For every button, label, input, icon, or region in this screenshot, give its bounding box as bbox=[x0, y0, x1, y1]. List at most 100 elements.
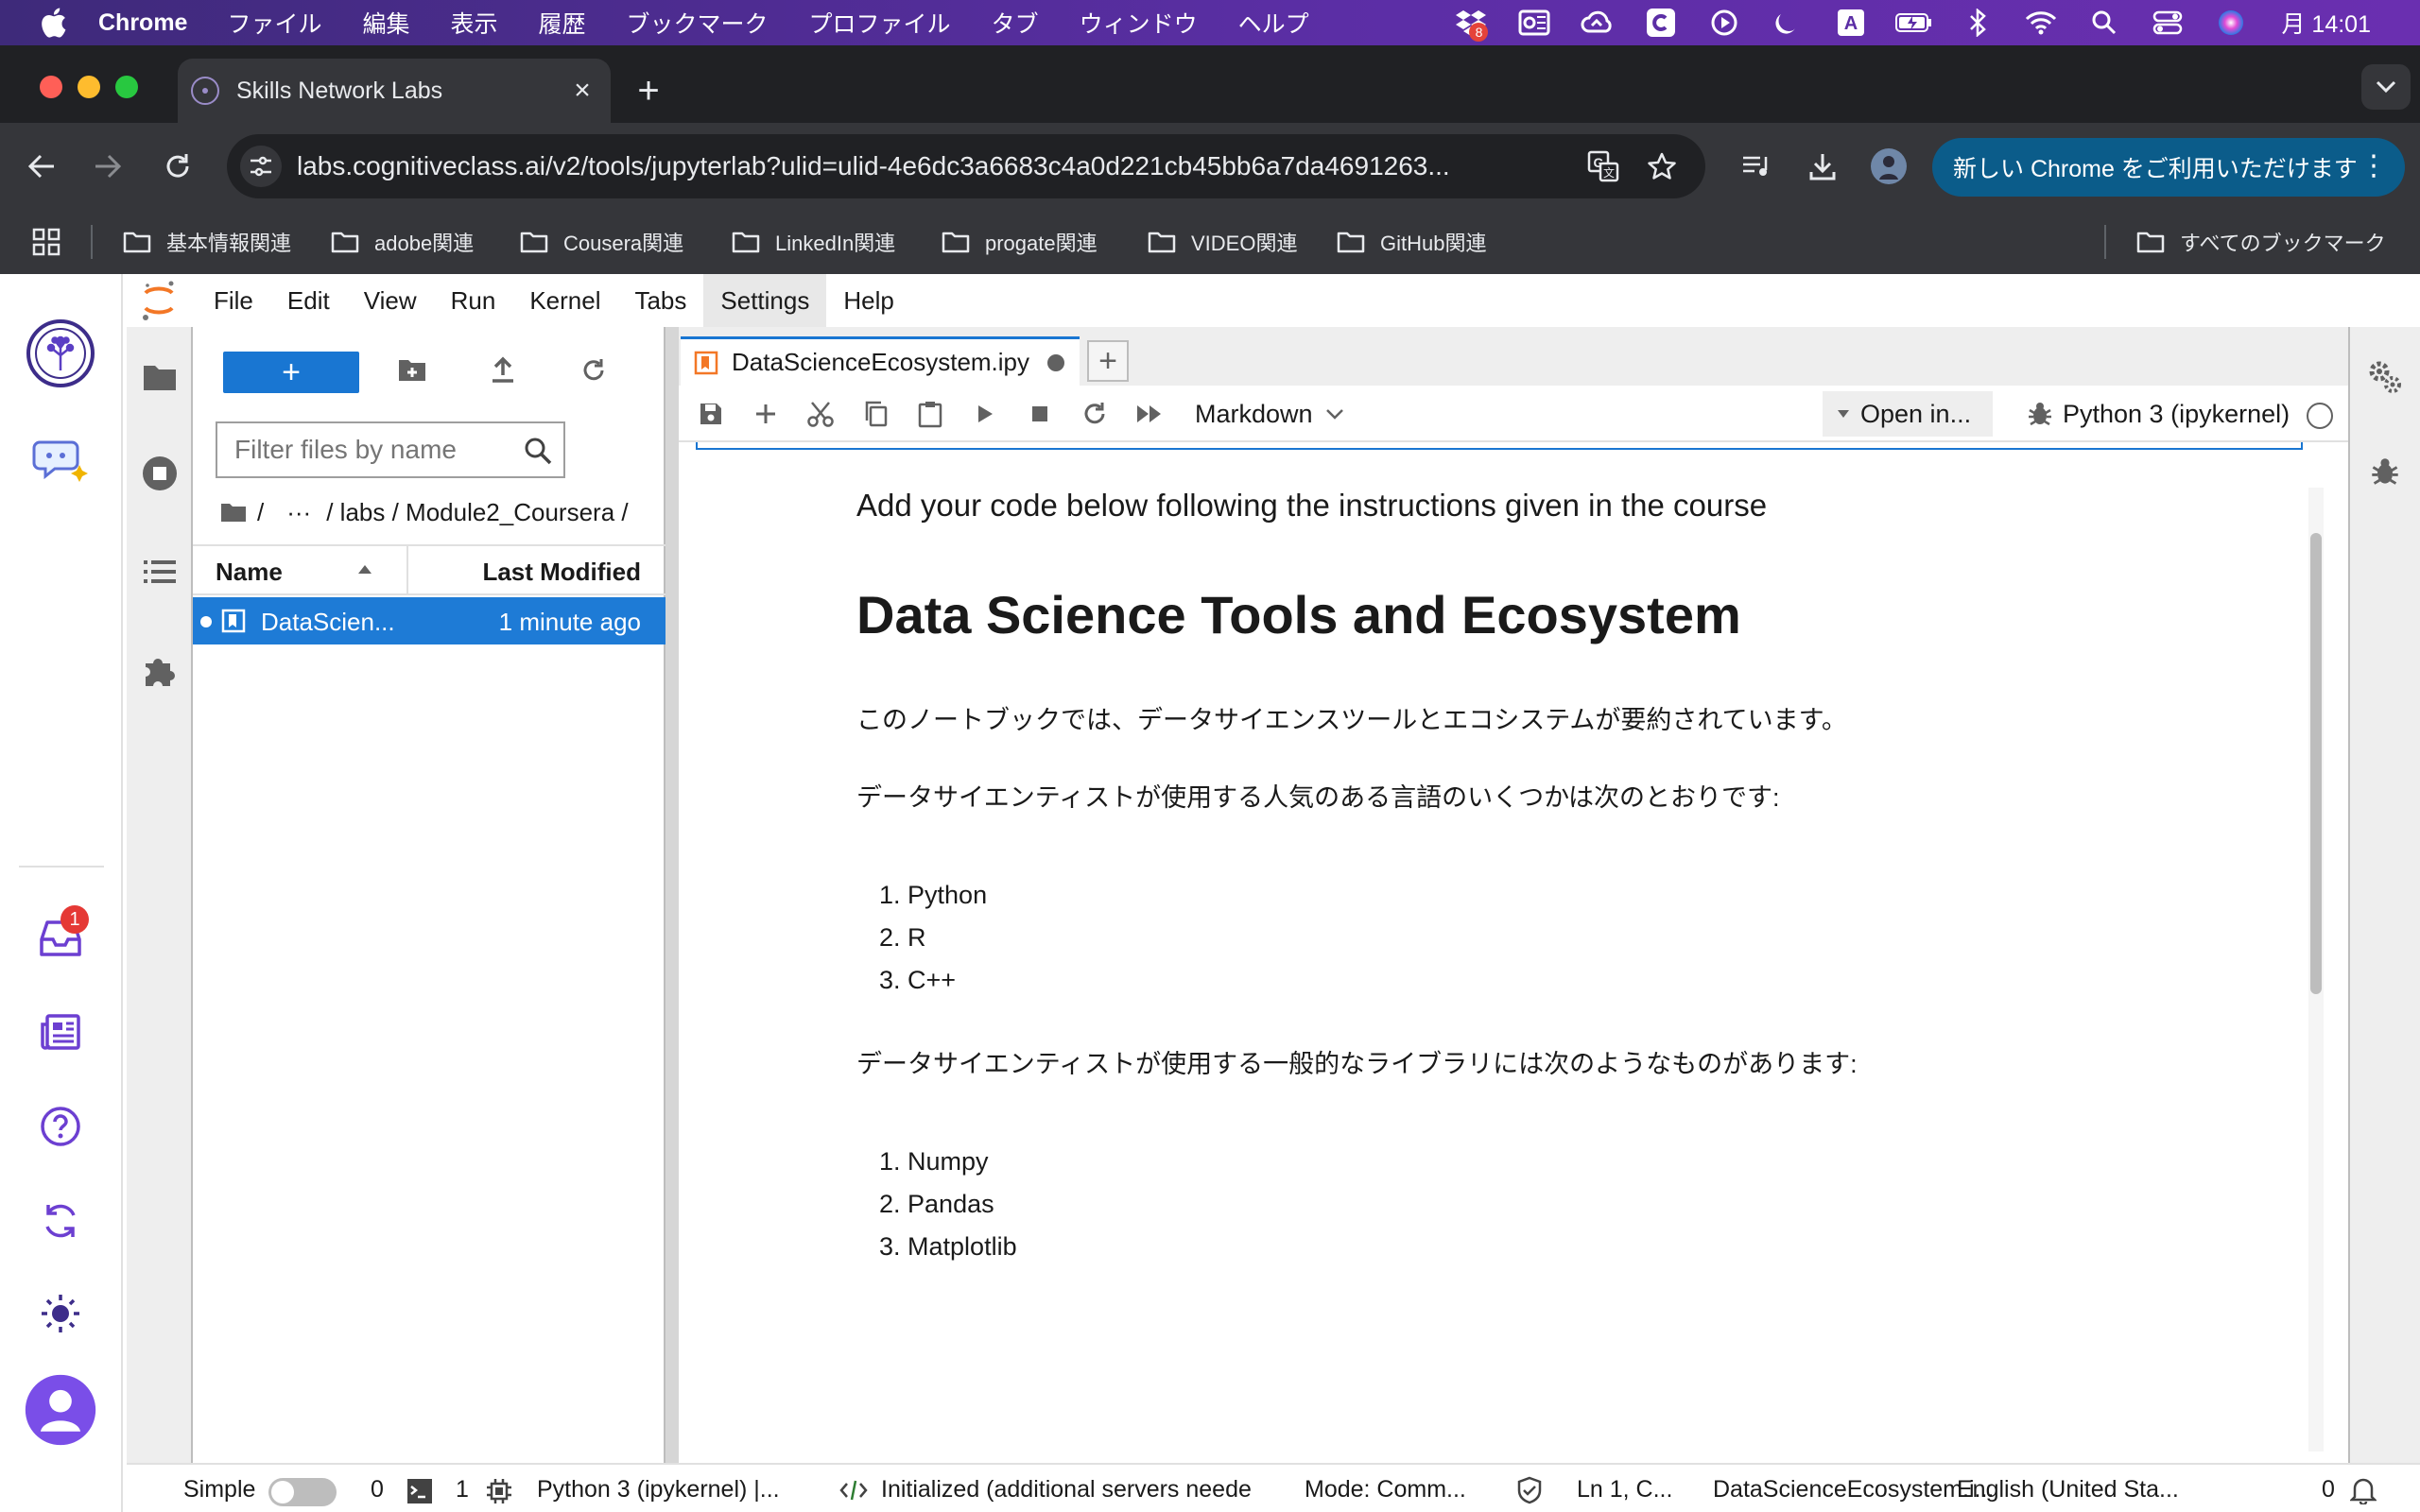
insert-cell-icon[interactable] bbox=[747, 395, 785, 433]
bookmark-folder[interactable]: progate関連 bbox=[942, 223, 1098, 261]
sync-icon[interactable] bbox=[25, 1185, 96, 1257]
cell-type-dropdown[interactable]: Markdown bbox=[1195, 395, 1345, 433]
new-folder-icon[interactable] bbox=[391, 350, 433, 391]
bookmark-folder[interactable]: LinkedIn関連 bbox=[732, 223, 895, 261]
cut-icon[interactable] bbox=[802, 395, 839, 433]
menu-settings[interactable]: Settings bbox=[703, 274, 827, 327]
panel-splitter[interactable] bbox=[666, 327, 679, 1463]
extension-manager-puzzle-icon[interactable] bbox=[138, 648, 182, 692]
paste-icon[interactable] bbox=[911, 395, 949, 433]
wifi-icon[interactable] bbox=[2022, 4, 2060, 42]
user-avatar-icon[interactable] bbox=[25, 1374, 96, 1446]
column-modified-header[interactable]: Last Modified bbox=[482, 558, 641, 587]
news-icon[interactable] bbox=[25, 996, 96, 1068]
bookmark-folder[interactable]: Cousera関連 bbox=[520, 223, 683, 261]
dropbox-icon[interactable]: 8 bbox=[1452, 4, 1490, 42]
browser-tab-active[interactable]: Skills Network Labs × bbox=[178, 59, 611, 123]
filter-files-input[interactable]: Filter files by name bbox=[216, 421, 565, 478]
inbox-icon[interactable]: 1 bbox=[25, 902, 96, 973]
unsaved-changes-dot[interactable] bbox=[1047, 354, 1064, 371]
active-app-name[interactable]: Chrome bbox=[98, 9, 187, 37]
cursor-position-text[interactable]: Ln 1, C... bbox=[1577, 1476, 1672, 1503]
moon-icon[interactable] bbox=[1769, 4, 1806, 42]
mac-menu-help[interactable]: ヘルプ bbox=[1238, 6, 1309, 40]
notification-bell-icon[interactable] bbox=[2348, 1476, 2378, 1511]
save-icon[interactable] bbox=[692, 395, 730, 433]
file-browser-folder-icon[interactable] bbox=[138, 355, 182, 399]
menu-run[interactable]: Run bbox=[434, 274, 513, 327]
breadcrumb-root[interactable]: / bbox=[257, 498, 264, 527]
file-row-selected[interactable]: DataScien... 1 minute ago bbox=[193, 597, 666, 644]
menu-file[interactable]: File bbox=[197, 274, 270, 327]
tab-search-button[interactable] bbox=[2361, 64, 2411, 110]
upload-icon[interactable] bbox=[482, 350, 524, 391]
back-button[interactable] bbox=[21, 146, 62, 187]
terminal-icon[interactable] bbox=[406, 1478, 433, 1511]
bookmark-folder[interactable]: VIDEO関連 bbox=[1148, 223, 1297, 261]
breadcrumb-ellipsis[interactable]: ··· bbox=[286, 498, 311, 527]
menu-help[interactable]: Help bbox=[826, 274, 910, 327]
table-of-contents-icon[interactable] bbox=[138, 550, 182, 593]
mac-menu-history[interactable]: 履歴 bbox=[539, 6, 586, 40]
new-tab-button[interactable]: + bbox=[630, 70, 667, 112]
translate-icon[interactable]: G文 bbox=[1584, 147, 1622, 185]
run-cell-icon[interactable] bbox=[966, 395, 1004, 433]
notebook-tab[interactable]: DataScienceEcosystem.ipy bbox=[681, 336, 1080, 386]
scrollbar-thumb[interactable] bbox=[2310, 533, 2322, 994]
play-circle-icon[interactable] bbox=[1705, 4, 1743, 42]
media-controls-icon[interactable] bbox=[1736, 146, 1777, 187]
mac-menu-tab[interactable]: タブ bbox=[992, 6, 1039, 40]
mac-menu-file[interactable]: ファイル bbox=[227, 6, 321, 40]
forward-button[interactable] bbox=[87, 146, 129, 187]
debugger-bug-icon[interactable] bbox=[2363, 450, 2407, 493]
running-kernels-icon[interactable] bbox=[138, 452, 182, 495]
outlook-icon[interactable] bbox=[1515, 4, 1553, 42]
spotlight-search-icon[interactable] bbox=[2085, 4, 2123, 42]
terminals-count[interactable]: 0 bbox=[371, 1476, 384, 1503]
profile-avatar-icon[interactable] bbox=[1868, 146, 1910, 187]
theme-sun-icon[interactable] bbox=[25, 1278, 96, 1349]
address-url[interactable]: labs.cognitiveclass.ai/v2/tools/jupyterl… bbox=[297, 151, 1450, 181]
downloads-icon[interactable] bbox=[1802, 146, 1843, 187]
lsp-status-text[interactable]: Initialized (additional servers neede bbox=[881, 1476, 1252, 1503]
kernels-count[interactable]: 1 bbox=[456, 1476, 469, 1503]
mac-menu-profile[interactable]: プロファイル bbox=[809, 6, 951, 40]
notebook-scrollbar[interactable] bbox=[2308, 488, 2324, 1452]
screen-recorder-icon[interactable] bbox=[1642, 4, 1680, 42]
copy-icon[interactable] bbox=[856, 395, 894, 433]
cloud-sync-icon[interactable] bbox=[1579, 4, 1616, 42]
bookmark-star-icon[interactable] bbox=[1643, 147, 1681, 185]
control-center-icon[interactable] bbox=[2149, 4, 2187, 42]
open-in-button[interactable]: Open in... bbox=[1823, 391, 1993, 437]
more-menu-icon[interactable]: ⋮ bbox=[2360, 149, 2388, 182]
bookmark-folder[interactable]: 基本情報関連 bbox=[123, 223, 291, 261]
new-launcher-button[interactable]: + bbox=[223, 352, 359, 393]
mac-menu-view[interactable]: 表示 bbox=[451, 6, 498, 40]
active-cell-outline[interactable] bbox=[696, 442, 2303, 450]
spellcheck-language-text[interactable]: English (United Sta... bbox=[1957, 1476, 2179, 1503]
new-document-tab-button[interactable]: + bbox=[1087, 340, 1129, 382]
home-folder-icon[interactable] bbox=[219, 501, 248, 524]
window-close-button[interactable] bbox=[40, 76, 62, 98]
column-name-header[interactable]: Name bbox=[216, 558, 283, 587]
mac-menu-bookmarks[interactable]: ブックマーク bbox=[627, 6, 769, 40]
menubar-clock[interactable]: 月 14:01 bbox=[2281, 6, 2371, 40]
window-zoom-button[interactable] bbox=[115, 76, 138, 98]
site-info-icon[interactable] bbox=[240, 146, 282, 187]
window-minimize-button[interactable] bbox=[78, 76, 100, 98]
interrupt-kernel-icon[interactable] bbox=[1021, 395, 1059, 433]
debugger-bug-icon[interactable] bbox=[2021, 395, 2059, 433]
menu-view[interactable]: View bbox=[347, 274, 434, 327]
tab-close-icon[interactable]: × bbox=[567, 75, 597, 106]
notifications-count[interactable]: 0 bbox=[2322, 1476, 2335, 1503]
apple-icon[interactable] bbox=[36, 6, 70, 40]
property-inspector-gears-icon[interactable] bbox=[2363, 355, 2407, 399]
menu-kernel[interactable]: Kernel bbox=[512, 274, 617, 327]
menu-tabs[interactable]: Tabs bbox=[617, 274, 703, 327]
siri-icon[interactable] bbox=[2212, 4, 2250, 42]
help-icon[interactable] bbox=[25, 1091, 96, 1162]
simple-mode-toggle[interactable] bbox=[268, 1478, 337, 1506]
kernel-name-button[interactable]: Python 3 (ipykernel) bbox=[2063, 395, 2290, 433]
ai-assistant-icon[interactable] bbox=[25, 421, 96, 493]
mac-menu-edit[interactable]: 編集 bbox=[362, 6, 409, 40]
